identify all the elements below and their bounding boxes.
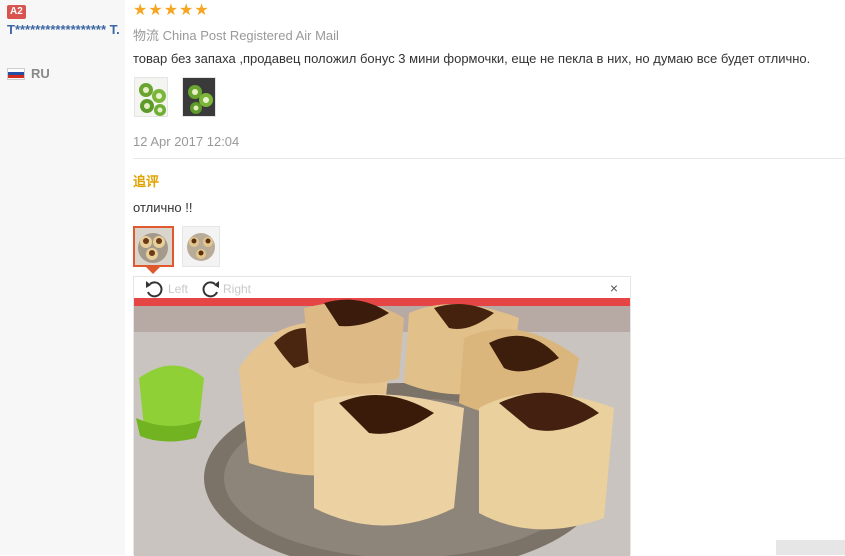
russia-flag-icon — [7, 67, 25, 80]
viewer-toolbar: Left Right × — [134, 277, 630, 299]
country-code: RU — [31, 66, 50, 81]
followup-text: отлично !! — [133, 200, 193, 215]
star-icon: ★ — [148, 2, 163, 19]
star-rating: ★ ★ ★ ★ ★ — [133, 3, 209, 19]
review-date: 12 Apr 2017 12:04 — [133, 134, 240, 149]
active-thumb-pointer — [146, 267, 160, 274]
review-photo-thumb[interactable] — [134, 77, 168, 117]
photo-viewer: Left Right × — [133, 276, 631, 556]
kiwi-photo-icon — [183, 78, 215, 116]
enlarged-review-photo[interactable] — [134, 298, 630, 556]
scroll-top-button[interactable] — [776, 540, 845, 555]
rotate-right-label: Right — [223, 282, 252, 296]
followup-photo-thumb[interactable] — [182, 226, 220, 267]
star-icon: ★ — [163, 2, 179, 19]
rotate-left-button[interactable]: Left — [144, 279, 188, 299]
star-icon: ★ — [194, 2, 209, 19]
review-photo-thumb[interactable] — [182, 77, 216, 117]
cupcake-photo-icon — [135, 228, 172, 265]
review-text: товар без запаха ,продавец положил бонус… — [133, 51, 811, 66]
divider — [133, 158, 845, 159]
rotate-right-button[interactable]: Right — [199, 279, 251, 299]
rotate-left-icon — [146, 281, 163, 298]
star-icon: ★ — [179, 2, 194, 19]
shipping-method: 物流 China Post Registered Air Mail — [133, 28, 339, 43]
cupcake-photo-icon — [183, 227, 219, 266]
rotate-left-label: Left — [168, 282, 189, 296]
reviewer-column — [0, 0, 125, 555]
followup-photo-thumb[interactable] — [133, 226, 174, 267]
rotate-right-icon — [202, 281, 219, 298]
kiwi-photo-icon — [135, 78, 167, 116]
heart-cupcakes-image — [134, 298, 630, 556]
close-viewer-button[interactable]: × — [610, 280, 618, 296]
followup-title: 追评 — [133, 174, 160, 189]
star-icon: ★ — [133, 2, 148, 19]
reviewer-country: RU — [7, 66, 50, 81]
level-badge: A2 — [7, 5, 26, 19]
